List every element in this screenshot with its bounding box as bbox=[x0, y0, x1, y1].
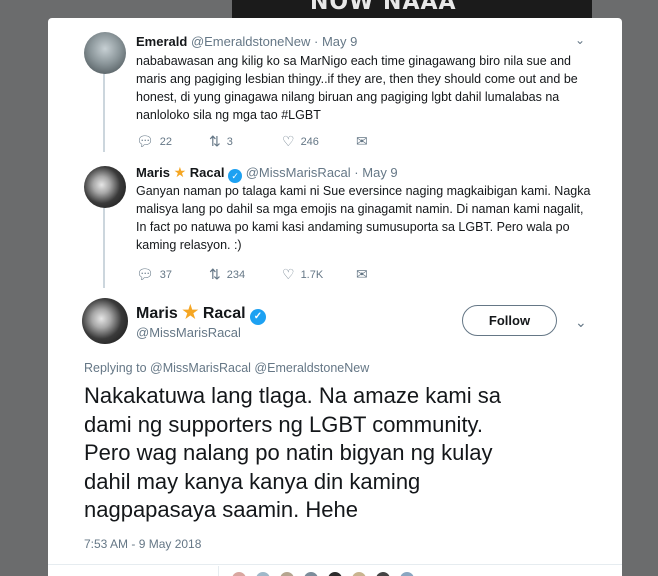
tweet-detail-card: Emerald @EmeraldstoneNew · May 9 ⌄ nabab… bbox=[48, 18, 622, 576]
main-author-name[interactable]: Maris ★ Racal ✓ bbox=[136, 302, 266, 325]
tweet-line: malisya lang po dahil sa mga emojis na g… bbox=[136, 202, 584, 216]
replying-label: Replying to bbox=[84, 361, 147, 375]
author-name-last: Racal bbox=[202, 305, 246, 322]
liker-avatar[interactable] bbox=[278, 570, 296, 576]
tweet-line: Nakakatuwa lang tlaga. Na amaze kami sa bbox=[84, 383, 501, 408]
replying-to: Replying to @MissMarisRacal @Emeraldston… bbox=[84, 361, 369, 375]
retweet-count: 3 bbox=[226, 136, 233, 148]
tweet-line: Pero wag nalang po natin bigyan ng kulay bbox=[84, 440, 493, 465]
author-handle[interactable]: @EmeraldstoneNew bbox=[191, 34, 310, 49]
author-name-first[interactable]: Maris bbox=[136, 165, 170, 180]
tweet-date[interactable]: May 9 bbox=[322, 34, 357, 49]
author-name-first: Maris bbox=[136, 305, 178, 322]
reply-count: 22 bbox=[159, 136, 173, 148]
mention-link[interactable]: @EmeraldstoneNew bbox=[254, 361, 369, 375]
main-tweet-text: Nakakatuwa lang tlaga. Na amaze kami sa … bbox=[84, 382, 604, 525]
liker-avatar[interactable] bbox=[302, 570, 320, 576]
dm-button[interactable]: ✉ bbox=[356, 133, 374, 150]
author-name[interactable]: Emerald bbox=[136, 34, 187, 49]
tweet-line: Ganyan naman po talaga kami ni Sue evers… bbox=[136, 184, 591, 198]
tweet-line: dahil may kanya kanya din kaming bbox=[84, 468, 421, 494]
reply-count: 37 bbox=[159, 269, 173, 281]
liker-avatar[interactable] bbox=[350, 570, 368, 576]
verified-badge-icon: ✓ bbox=[228, 169, 243, 183]
retweet-button[interactable]: ⇅ 3 bbox=[209, 133, 233, 150]
liker-avatar[interactable] bbox=[230, 570, 248, 576]
thread-connector bbox=[103, 68, 105, 152]
separator: · bbox=[354, 165, 359, 180]
tweet-timestamp[interactable]: 7:53 AM - 9 May 2018 bbox=[84, 537, 201, 551]
dm-button[interactable]: ✉ bbox=[356, 266, 374, 283]
image-caption: NOW NAAA bbox=[310, 0, 457, 15]
tweet-header: Maris ★ Racal ✓ @MissMarisRacal · May 9 bbox=[136, 164, 398, 183]
main-author-handle[interactable]: @MissMarisRacal bbox=[136, 325, 241, 340]
tweet-line: dami ng supporters ng LGBT community. bbox=[84, 411, 484, 437]
tweet-line: In fact po natuwa po kami kasi andaming … bbox=[136, 220, 570, 234]
reply-button[interactable]: 💬︎ 22 bbox=[136, 133, 172, 150]
mention-link[interactable]: @MissMarisRacal bbox=[150, 361, 251, 375]
reply-button[interactable]: 💬︎ 37 bbox=[136, 266, 172, 283]
like-button[interactable]: ♡ 1.7K bbox=[282, 266, 323, 283]
tweet-text: Ganyan naman po talaga kami ni Sue evers… bbox=[136, 182, 591, 254]
retweet-icon: ⇅ bbox=[209, 133, 221, 149]
avatar[interactable] bbox=[82, 298, 128, 344]
avatar[interactable] bbox=[84, 166, 126, 208]
liker-avatar[interactable] bbox=[326, 570, 344, 576]
thread-connector bbox=[103, 196, 105, 288]
tweet-line: maris ang pagiging lesbian thingy..if th… bbox=[136, 72, 578, 86]
author-handle[interactable]: @MissMarisRacal bbox=[246, 165, 351, 180]
reply-icon: 💬︎ bbox=[136, 133, 154, 149]
background-tweet-image: NOW NAAA bbox=[232, 0, 592, 18]
avatar[interactable] bbox=[84, 32, 126, 74]
envelope-icon: ✉ bbox=[356, 266, 368, 282]
tweet-line: nanloloko sila ng mga tao #LGBT bbox=[136, 108, 321, 122]
author-name-last[interactable]: Racal bbox=[190, 165, 225, 180]
heart-icon: ♡ bbox=[282, 133, 295, 149]
star-icon: ★ bbox=[173, 164, 187, 180]
retweet-icon: ⇅ bbox=[209, 266, 221, 282]
retweet-button[interactable]: ⇅ 234 bbox=[209, 266, 245, 283]
heart-icon: ♡ bbox=[282, 266, 295, 282]
liker-avatar[interactable] bbox=[398, 570, 416, 576]
retweet-count: 234 bbox=[226, 269, 246, 281]
tweet-line: nababawasan ang kilig ko sa MarNigo each… bbox=[136, 54, 571, 68]
like-count: 1.7K bbox=[300, 269, 324, 281]
tweet-line: nagpapasaya saamin. Hehe bbox=[84, 497, 358, 522]
tweet-text: nababawasan ang kilig ko sa MarNigo each… bbox=[136, 52, 586, 124]
like-button[interactable]: ♡ 246 bbox=[282, 133, 319, 150]
verified-badge-icon: ✓ bbox=[250, 309, 266, 325]
divider bbox=[218, 566, 219, 576]
tweet-line: honest, di yung ginagawa nilang biruan a… bbox=[136, 90, 560, 104]
like-count: 246 bbox=[300, 136, 319, 148]
chevron-down-icon[interactable]: ⌄ bbox=[575, 314, 587, 331]
follow-button[interactable]: Follow bbox=[462, 305, 557, 336]
chevron-down-icon[interactable]: ⌄ bbox=[575, 33, 585, 47]
separator: · bbox=[313, 34, 319, 49]
liker-avatar[interactable] bbox=[254, 570, 272, 576]
tweet-header: Emerald @EmeraldstoneNew · May 9 bbox=[136, 34, 357, 49]
tweet-date[interactable]: May 9 bbox=[362, 165, 397, 180]
envelope-icon: ✉ bbox=[356, 133, 368, 149]
liker-avatar[interactable] bbox=[374, 570, 392, 576]
divider bbox=[48, 564, 622, 565]
reply-icon: 💬︎ bbox=[136, 266, 154, 282]
star-icon: ★ bbox=[182, 302, 199, 322]
tweet-line: kaming relasyon. :) bbox=[136, 238, 242, 252]
